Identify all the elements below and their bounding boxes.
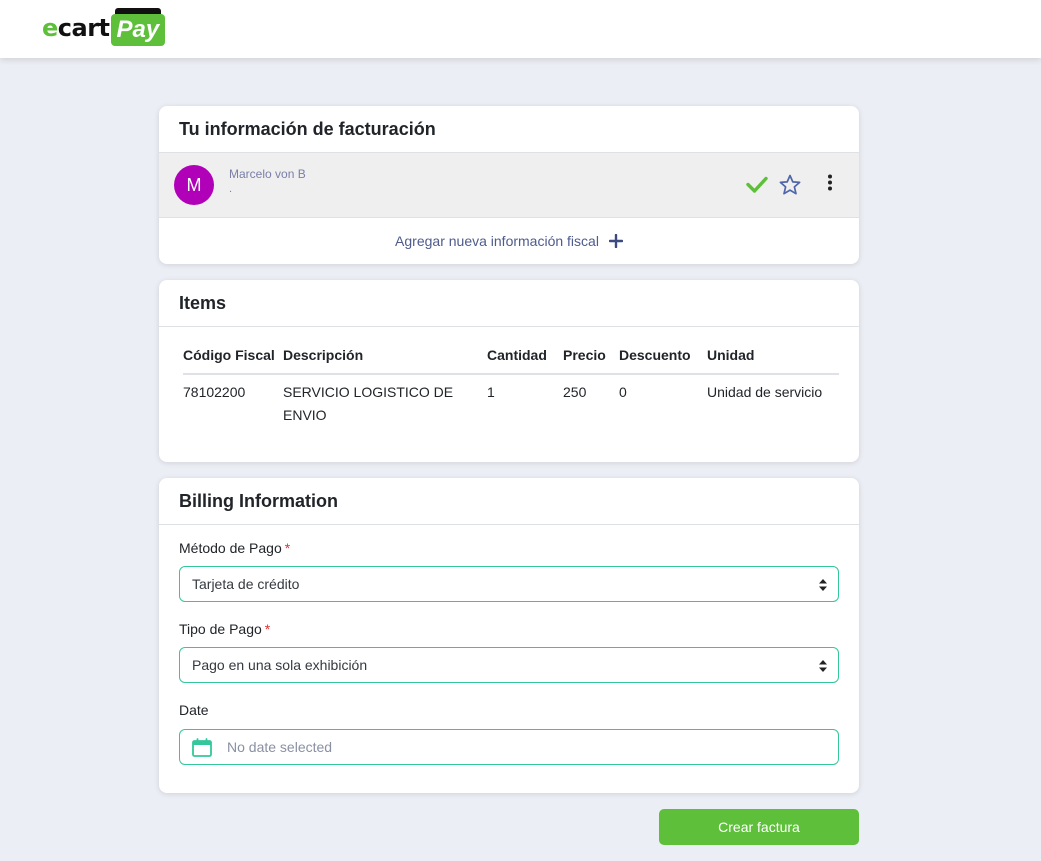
date-label: Date <box>179 702 209 718</box>
table-cell: 78102200 <box>183 384 246 400</box>
card-title: Billing Information <box>159 478 859 525</box>
column-header-unidad: Unidad <box>707 344 839 375</box>
column-header-precio: Precio <box>563 344 619 375</box>
column-header-codigo: Código Fiscal <box>183 344 283 375</box>
column-header-descripcion: Descripción <box>283 344 487 375</box>
required-marker: * <box>284 540 291 556</box>
payment-method-label: Método de Pago * <box>179 540 291 556</box>
more-options-icon[interactable] <box>822 173 838 193</box>
table-row: 78102200 SERVICIO LOGISTICO DE ENVIO 1 2… <box>183 374 839 427</box>
date-placeholder: No date selected <box>227 739 333 755</box>
billing-info-card: Tu información de facturación M Marcelo … <box>159 106 859 264</box>
payment-type-value: Pago en una sola exhibición <box>192 657 368 673</box>
fiscal-entry-detail: . <box>229 183 233 195</box>
payment-method-value: Tarjeta de crédito <box>192 576 300 592</box>
avatar: M <box>174 165 214 205</box>
table-cell: 0 <box>619 384 627 400</box>
add-fiscal-info-label: Agregar nueva información fiscal <box>395 233 599 249</box>
select-arrows-icon <box>819 579 827 591</box>
table-cell: SERVICIO LOGISTICO DE ENVIO <box>283 384 454 423</box>
items-table: Código Fiscal Descripción Cantidad Preci… <box>183 344 839 427</box>
fiscal-entry-name: Marcelo von B <box>229 167 306 181</box>
date-picker[interactable]: No date selected <box>179 729 839 765</box>
ecartpay-logo[interactable]: ecart Pay <box>42 8 166 48</box>
table-cell: Unidad de servicio <box>707 384 823 400</box>
add-fiscal-info-button[interactable]: Agregar nueva información fiscal <box>159 218 859 264</box>
star-icon[interactable] <box>778 173 802 197</box>
top-bar: ecart Pay <box>0 0 1041 58</box>
payment-method-select[interactable]: Tarjeta de crédito <box>179 566 839 602</box>
select-arrows-icon <box>819 660 827 672</box>
items-card: Items Código Fiscal Descripción Cantidad… <box>159 280 859 462</box>
plus-icon <box>608 234 623 248</box>
logo-pay-badge: Pay <box>110 8 166 46</box>
calendar-icon[interactable] <box>192 738 212 757</box>
create-invoice-button[interactable]: Crear factura <box>659 809 859 845</box>
table-cell: 250 <box>563 384 587 400</box>
logo-wordmark: ecart <box>42 14 110 42</box>
card-title: Tu información de facturación <box>159 106 859 153</box>
column-header-descuento: Descuento <box>619 344 707 375</box>
payment-type-select[interactable]: Pago en una sola exhibición <box>179 647 839 683</box>
column-header-cantidad: Cantidad <box>487 344 563 375</box>
check-icon[interactable] <box>746 173 768 195</box>
table-cell: 1 <box>487 384 495 400</box>
table-header-row: Código Fiscal Descripción Cantidad Preci… <box>183 344 839 375</box>
billing-form-card: Billing Information Método de Pago * Tarj… <box>159 478 859 793</box>
payment-type-label: Tipo de Pago * <box>179 621 271 637</box>
card-title: Items <box>159 280 859 327</box>
fiscal-entry[interactable]: M Marcelo von B . <box>159 153 859 218</box>
required-marker: * <box>264 621 271 637</box>
